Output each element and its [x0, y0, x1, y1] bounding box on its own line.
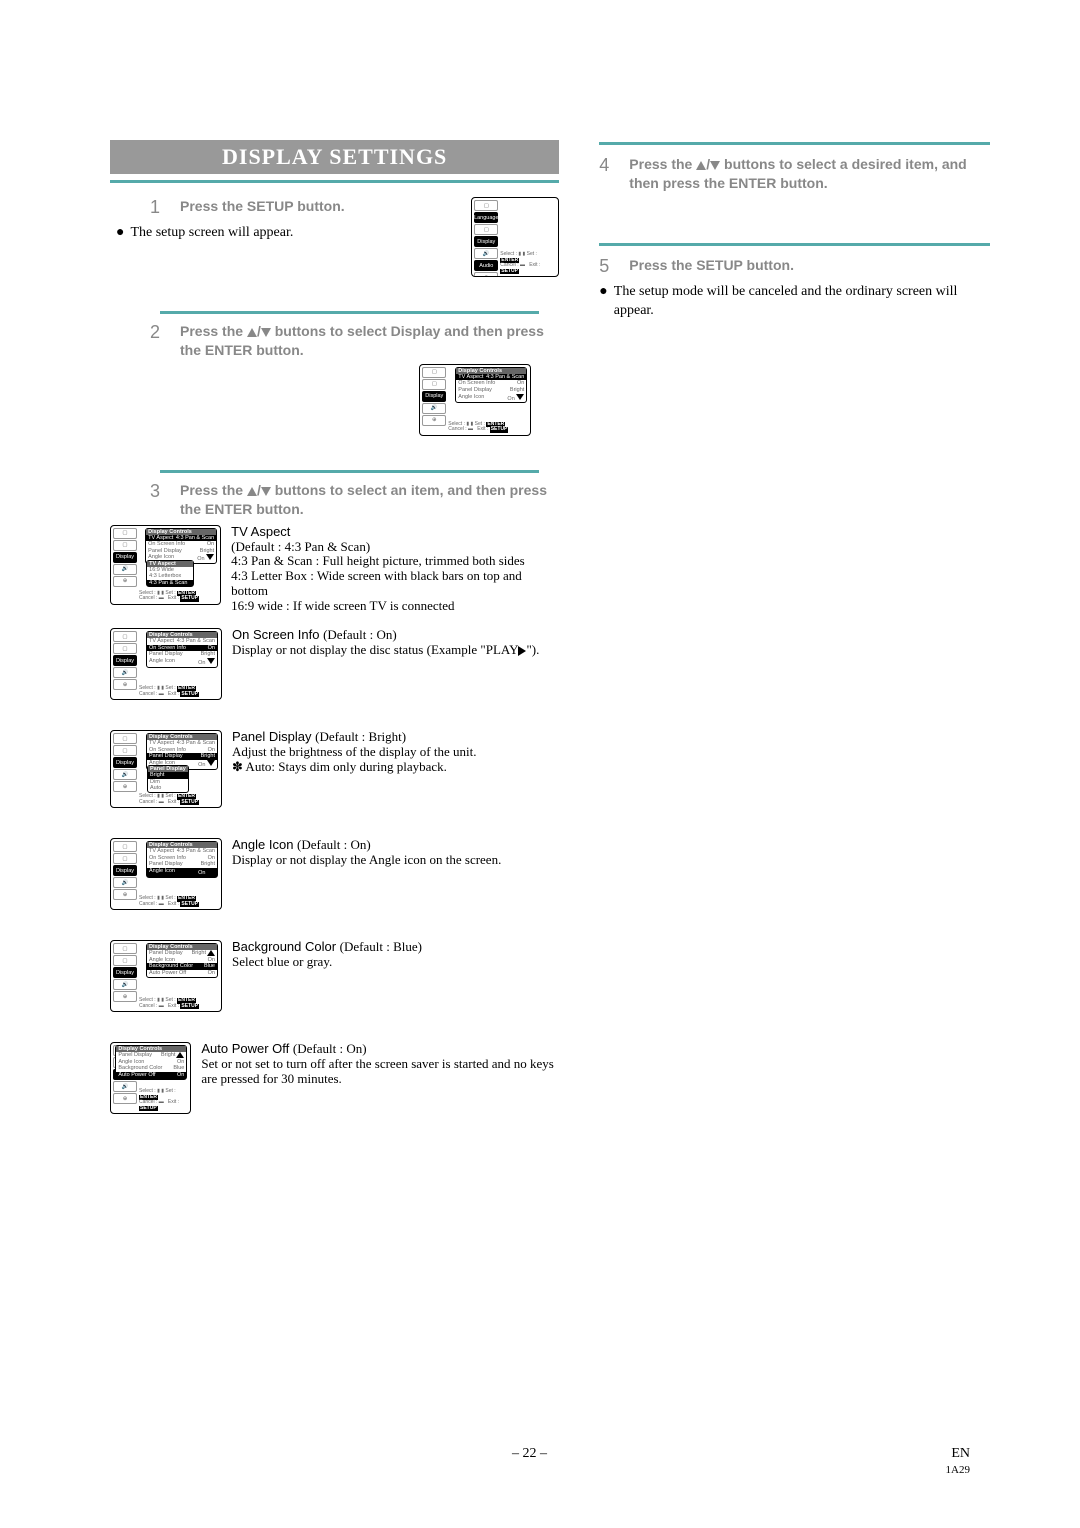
up-icon [247, 328, 257, 337]
page-footer: . – 22 – EN 1A29 [0, 1446, 1080, 1478]
osd-screenshot: ▢ Language ▢ Display 🔊 Audio ⊕ Parental … [471, 197, 559, 277]
step-text: Press the / buttons to select an item, a… [180, 481, 549, 519]
up-icon [247, 487, 257, 496]
bullet-text: The setup mode will be canceled and the … [614, 283, 990, 321]
item-on-screen-info: On Screen Info (Default : On) Display or… [232, 628, 539, 658]
bullet-icon: ● [599, 283, 607, 302]
step-number: 5 [599, 256, 617, 277]
osd-screenshot: ▢▢ Display 🔊⊕ Display Controls TV Aspect… [110, 730, 222, 808]
osd-tab: ▢ [422, 379, 446, 390]
osd-screenshot: ▢▢ Display 🔊⊕ Display Controls TV Aspect… [110, 525, 221, 605]
osd-tab: Display [422, 391, 446, 402]
rule [160, 311, 539, 314]
item-tv-aspect: TV Aspect (Default : 4:3 Pan & Scan) 4:3… [231, 525, 559, 615]
item-panel-display: Panel Display (Default : Bright) Adjust … [232, 730, 476, 775]
osd-tab: 🔊 [474, 248, 498, 259]
osd-tab: ⊕ [422, 415, 446, 426]
step-text: Press the SETUP button. [180, 197, 345, 216]
up-icon [696, 161, 706, 170]
step-number: 3 [150, 481, 168, 502]
down-icon [261, 328, 271, 337]
page-number: – 22 – [114, 1446, 946, 1478]
osd-screenshot: ▢▢ Display 🔊⊕ Display Controls TV Aspect… [110, 838, 222, 910]
section-title: DISPLAY SETTINGS [110, 140, 559, 174]
bullet-icon: ● [116, 224, 124, 243]
osd-tab: ⊕ [474, 272, 498, 277]
footer-code: 1A29 [946, 1464, 970, 1476]
rule [599, 142, 990, 145]
item-background-color: Background Color (Default : Blue) Select… [232, 940, 422, 970]
step-text: Press the SETUP button. [629, 256, 794, 275]
osd-tab: 🔊 [422, 403, 446, 414]
down-icon [261, 487, 271, 496]
osd-tab: Audio [474, 260, 498, 271]
rule [160, 470, 539, 473]
osd-tab: Display [474, 236, 498, 247]
rule [599, 243, 990, 246]
step-text: Press the / buttons to select Display an… [180, 322, 549, 360]
osd-tab: ▢ [422, 367, 446, 378]
osd-screenshot: ▢▢ Display 🔊⊕ Display Controls TV Aspect… [110, 628, 222, 700]
osd-tab: ▢ [474, 224, 498, 235]
step-number: 2 [150, 322, 168, 343]
osd-screenshot: ▢▢ Display 🔊⊕ Display Controls Panel Dis… [110, 1042, 191, 1114]
item-angle-icon: Angle Icon (Default : On) Display or not… [232, 838, 501, 868]
down-icon [710, 161, 720, 170]
item-auto-power-off: Auto Power Off (Default : On) Set or not… [201, 1042, 559, 1087]
step-text: Press the / buttons to select a desired … [629, 155, 980, 193]
step-number: 1 [150, 197, 168, 218]
bullet-text: The setup screen will appear. [130, 224, 293, 243]
rule [110, 180, 559, 183]
footer-lang: EN [951, 1446, 970, 1461]
osd-screenshot: ▢▢ Display 🔊⊕ Display Controls Panel Dis… [110, 940, 222, 1012]
osd-tab: ▢ [474, 200, 498, 211]
osd-screenshot: ▢ ▢ Display 🔊 ⊕ Display Controls TV Aspe… [419, 364, 531, 436]
osd-tab: Language [474, 212, 498, 223]
step-number: 4 [599, 155, 617, 176]
